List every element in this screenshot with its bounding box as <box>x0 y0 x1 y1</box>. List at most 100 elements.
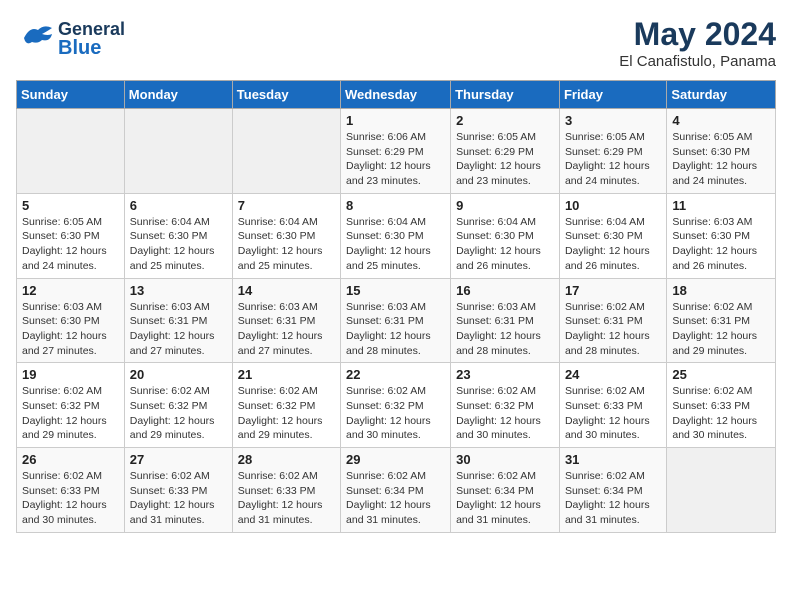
calendar-cell <box>667 448 776 533</box>
calendar-cell: 4 Sunrise: 6:05 AM Sunset: 6:30 PM Daylig… <box>667 109 776 194</box>
day-info: Sunrise: 6:03 AM Sunset: 6:31 PM Dayligh… <box>130 300 227 359</box>
day-number: 29 <box>346 452 445 467</box>
calendar-cell: 11 Sunrise: 6:03 AM Sunset: 6:30 PM Dayli… <box>667 193 776 278</box>
calendar-cell: 3 Sunrise: 6:05 AM Sunset: 6:29 PM Daylig… <box>559 109 666 194</box>
page-header: General Blue May 2024 El Canafistulo, Pa… <box>16 16 776 70</box>
calendar-cell <box>17 109 125 194</box>
weekday-friday: Friday <box>559 81 666 109</box>
day-number: 11 <box>672 198 770 213</box>
day-number: 15 <box>346 283 445 298</box>
week-row-4: 26 Sunrise: 6:02 AM Sunset: 6:33 PM Dayli… <box>17 448 776 533</box>
calendar-cell: 26Sunrise: 6:02 AM Sunset: 6:33 PM Dayli… <box>17 448 125 533</box>
calendar-cell: 15 Sunrise: 6:03 AM Sunset: 6:31 PM Dayli… <box>341 278 451 363</box>
calendar-cell: 14 Sunrise: 6:03 AM Sunset: 6:31 PM Dayli… <box>232 278 340 363</box>
day-info: Sunrise: 6:02 AM Sunset: 6:32 PM Dayligh… <box>238 384 335 443</box>
calendar-cell: 17 Sunrise: 6:02 AM Sunset: 6:31 PM Dayli… <box>559 278 666 363</box>
day-number: 31 <box>565 452 661 467</box>
calendar-cell: 28 Sunrise: 6:02 AM Sunset: 6:33 PM Dayli… <box>232 448 340 533</box>
weekday-row: SundayMondayTuesdayWednesdayThursdayFrid… <box>17 81 776 109</box>
logo-blue: Blue <box>58 38 125 58</box>
weekday-monday: Monday <box>124 81 232 109</box>
day-number: 2 <box>456 113 554 128</box>
calendar-cell: 9 Sunrise: 6:04 AM Sunset: 6:30 PM Daylig… <box>451 193 560 278</box>
calendar-cell: 6Sunrise: 6:04 AM Sunset: 6:30 PM Daylig… <box>124 193 232 278</box>
day-info: Sunrise: 6:05 AM Sunset: 6:30 PM Dayligh… <box>22 215 119 274</box>
day-info: Sunrise: 6:03 AM Sunset: 6:31 PM Dayligh… <box>456 300 554 359</box>
calendar-cell: 27Sunrise: 6:02 AM Sunset: 6:33 PM Dayli… <box>124 448 232 533</box>
day-number: 12 <box>22 283 119 298</box>
weekday-tuesday: Tuesday <box>232 81 340 109</box>
day-info: Sunrise: 6:02 AM Sunset: 6:31 PM Dayligh… <box>565 300 661 359</box>
day-info: Sunrise: 6:02 AM Sunset: 6:33 PM Dayligh… <box>672 384 770 443</box>
week-row-2: 12 Sunrise: 6:03 AM Sunset: 6:30 PM Dayli… <box>17 278 776 363</box>
week-row-1: 5Sunrise: 6:05 AM Sunset: 6:30 PM Daylig… <box>17 193 776 278</box>
calendar-cell: 8Sunrise: 6:04 AM Sunset: 6:30 PM Daylig… <box>341 193 451 278</box>
logo-icon <box>16 16 56 61</box>
day-number: 9 <box>456 198 554 213</box>
weekday-saturday: Saturday <box>667 81 776 109</box>
day-info: Sunrise: 6:05 AM Sunset: 6:29 PM Dayligh… <box>456 130 554 189</box>
month-year: May 2024 <box>619 16 776 53</box>
day-info: Sunrise: 6:06 AM Sunset: 6:29 PM Dayligh… <box>346 130 445 189</box>
calendar-cell: 22 Sunrise: 6:02 AM Sunset: 6:32 PM Dayli… <box>341 363 451 448</box>
day-info: Sunrise: 6:05 AM Sunset: 6:30 PM Dayligh… <box>672 130 770 189</box>
day-info: Sunrise: 6:03 AM Sunset: 6:30 PM Dayligh… <box>22 300 119 359</box>
day-number: 26 <box>22 452 119 467</box>
calendar-header: SundayMondayTuesdayWednesdayThursdayFrid… <box>17 81 776 109</box>
weekday-wednesday: Wednesday <box>341 81 451 109</box>
calendar-table: SundayMondayTuesdayWednesdayThursdayFrid… <box>16 80 776 533</box>
day-info: Sunrise: 6:02 AM Sunset: 6:32 PM Dayligh… <box>22 384 119 443</box>
calendar-cell <box>124 109 232 194</box>
day-number: 3 <box>565 113 661 128</box>
day-number: 20 <box>130 367 227 382</box>
calendar-cell: 13Sunrise: 6:03 AM Sunset: 6:31 PM Dayli… <box>124 278 232 363</box>
calendar-cell: 16Sunrise: 6:03 AM Sunset: 6:31 PM Dayli… <box>451 278 560 363</box>
day-info: Sunrise: 6:05 AM Sunset: 6:29 PM Dayligh… <box>565 130 661 189</box>
day-info: Sunrise: 6:02 AM Sunset: 6:34 PM Dayligh… <box>456 469 554 528</box>
day-number: 14 <box>238 283 335 298</box>
day-info: Sunrise: 6:04 AM Sunset: 6:30 PM Dayligh… <box>565 215 661 274</box>
day-info: Sunrise: 6:02 AM Sunset: 6:32 PM Dayligh… <box>456 384 554 443</box>
day-info: Sunrise: 6:02 AM Sunset: 6:32 PM Dayligh… <box>346 384 445 443</box>
calendar-cell: 5Sunrise: 6:05 AM Sunset: 6:30 PM Daylig… <box>17 193 125 278</box>
calendar-cell: 29 Sunrise: 6:02 AM Sunset: 6:34 PM Dayli… <box>341 448 451 533</box>
day-info: Sunrise: 6:03 AM Sunset: 6:31 PM Dayligh… <box>238 300 335 359</box>
day-number: 25 <box>672 367 770 382</box>
day-info: Sunrise: 6:02 AM Sunset: 6:34 PM Dayligh… <box>346 469 445 528</box>
calendar-cell: 19 Sunrise: 6:02 AM Sunset: 6:32 PM Dayli… <box>17 363 125 448</box>
calendar-cell: 20Sunrise: 6:02 AM Sunset: 6:32 PM Dayli… <box>124 363 232 448</box>
calendar-cell: 21 Sunrise: 6:02 AM Sunset: 6:32 PM Dayli… <box>232 363 340 448</box>
calendar-cell: 7 Sunrise: 6:04 AM Sunset: 6:30 PM Daylig… <box>232 193 340 278</box>
day-info: Sunrise: 6:04 AM Sunset: 6:30 PM Dayligh… <box>456 215 554 274</box>
day-number: 4 <box>672 113 770 128</box>
day-info: Sunrise: 6:02 AM Sunset: 6:33 PM Dayligh… <box>238 469 335 528</box>
day-number: 17 <box>565 283 661 298</box>
calendar-cell: 23Sunrise: 6:02 AM Sunset: 6:32 PM Dayli… <box>451 363 560 448</box>
day-number: 18 <box>672 283 770 298</box>
calendar-cell: 10 Sunrise: 6:04 AM Sunset: 6:30 PM Dayli… <box>559 193 666 278</box>
week-row-0: 1 Sunrise: 6:06 AM Sunset: 6:29 PM Daylig… <box>17 109 776 194</box>
calendar-cell: 30Sunrise: 6:02 AM Sunset: 6:34 PM Dayli… <box>451 448 560 533</box>
day-number: 19 <box>22 367 119 382</box>
day-number: 10 <box>565 198 661 213</box>
calendar-cell: 24Sunrise: 6:02 AM Sunset: 6:33 PM Dayli… <box>559 363 666 448</box>
logo: General Blue <box>16 16 125 61</box>
day-number: 28 <box>238 452 335 467</box>
day-number: 24 <box>565 367 661 382</box>
day-info: Sunrise: 6:03 AM Sunset: 6:30 PM Dayligh… <box>672 215 770 274</box>
day-info: Sunrise: 6:03 AM Sunset: 6:31 PM Dayligh… <box>346 300 445 359</box>
logo-text: General Blue <box>58 20 125 58</box>
day-info: Sunrise: 6:02 AM Sunset: 6:31 PM Dayligh… <box>672 300 770 359</box>
day-number: 22 <box>346 367 445 382</box>
calendar-cell <box>232 109 340 194</box>
day-number: 1 <box>346 113 445 128</box>
day-number: 7 <box>238 198 335 213</box>
day-number: 21 <box>238 367 335 382</box>
day-info: Sunrise: 6:02 AM Sunset: 6:34 PM Dayligh… <box>565 469 661 528</box>
day-info: Sunrise: 6:04 AM Sunset: 6:30 PM Dayligh… <box>346 215 445 274</box>
day-info: Sunrise: 6:04 AM Sunset: 6:30 PM Dayligh… <box>238 215 335 274</box>
calendar-cell: 12 Sunrise: 6:03 AM Sunset: 6:30 PM Dayli… <box>17 278 125 363</box>
calendar-cell: 25 Sunrise: 6:02 AM Sunset: 6:33 PM Dayli… <box>667 363 776 448</box>
calendar-cell: 31 Sunrise: 6:02 AM Sunset: 6:34 PM Dayli… <box>559 448 666 533</box>
weekday-thursday: Thursday <box>451 81 560 109</box>
